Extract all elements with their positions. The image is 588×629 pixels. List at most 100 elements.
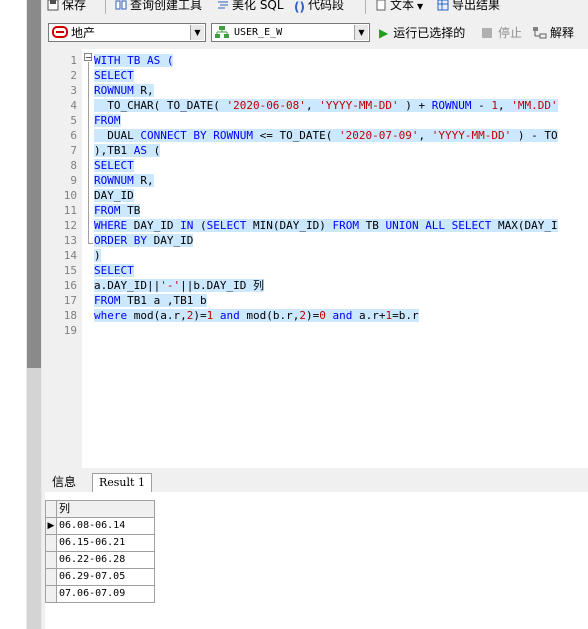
fold-guide-end <box>88 243 93 244</box>
save-button[interactable]: 保存 <box>47 0 86 13</box>
query-builder-button[interactable]: 查询创建工具 <box>115 0 202 13</box>
line-number: 12 <box>63 219 77 232</box>
line-number: 16 <box>63 279 77 292</box>
code-line: ORDER BY DAY_ID <box>94 233 194 248</box>
code-token: 2 <box>299 309 306 322</box>
schema-icon <box>215 26 229 38</box>
code-token: and <box>332 309 353 322</box>
code-token: ROWNUM <box>94 84 134 97</box>
code-token: '-' <box>160 279 181 292</box>
line-number: 9 <box>70 174 77 187</box>
grid-cell[interactable]: 07.06-07.09 <box>56 585 155 603</box>
code-snippet-icon: () <box>294 0 305 14</box>
code-area[interactable]: WITH TB AS (SELECT ROWNUM R, TO_CHAR( TO_… <box>94 49 588 468</box>
line-number: 7 <box>70 144 77 157</box>
code-line: ),TB1 AS ( <box>94 143 161 158</box>
left-panel <box>0 0 26 629</box>
run-selected-label: 运行已选择的 <box>393 26 466 40</box>
chevron-down-icon[interactable]: ▼ <box>190 25 204 40</box>
code-token: MIN(DAY_ID) <box>246 219 333 232</box>
chevron-down-icon[interactable]: ▼ <box>354 25 368 40</box>
schema-select[interactable]: USER_E_W ▼ <box>211 23 370 42</box>
export-results-button[interactable]: 导出结果 <box>437 0 500 13</box>
play-icon: ▶ <box>379 26 389 40</box>
code-line: WHERE DAY_ID IN (SELECT MIN(DAY_ID) FROM… <box>94 218 558 233</box>
code-token: , <box>498 99 512 112</box>
connection-select[interactable]: 地产 ▼ <box>48 23 206 42</box>
code-token: ( <box>147 144 161 157</box>
row-header[interactable] <box>45 568 57 586</box>
run-selected-button[interactable]: ▶ 运行已选择的 <box>379 25 465 41</box>
save-icon <box>47 0 59 11</box>
current-row-indicator-icon[interactable]: ▶ <box>45 517 57 535</box>
scrollbar-track[interactable] <box>27 368 41 629</box>
beautify-icon <box>218 1 228 9</box>
code-token: ORDER BY <box>94 234 147 247</box>
fold-toggle-icon[interactable]: − <box>84 53 92 62</box>
column-header[interactable]: 列 <box>56 500 155 518</box>
code-token: ),TB1 <box>94 144 134 157</box>
code-token: a.DAY_ID|| <box>94 279 161 292</box>
explain-label: 解释 <box>550 26 575 40</box>
line-number: 17 <box>63 294 77 307</box>
code-line: FROM <box>94 113 121 128</box>
code-line: SELECT <box>94 263 134 278</box>
grid-cell[interactable]: 06.08-06.14 <box>56 517 155 535</box>
main-toolbar: 保存 查询创建工具 美化 SQL () 代码段 文本 ▼ 导出结果 <box>42 0 588 16</box>
tab-result-1[interactable]: Result 1 <box>92 473 152 492</box>
line-number: 15 <box>63 264 77 277</box>
text-button[interactable]: 文本 ▼ <box>375 0 423 13</box>
code-token: UNION ALL SELECT <box>385 219 492 232</box>
query-builder-label: 查询创建工具 <box>130 0 203 12</box>
code-token: DUAL <box>94 129 141 142</box>
code-token: ROWNUM <box>431 99 472 112</box>
code-token: '2020-07-09' <box>339 129 419 142</box>
table-row[interactable]: 06.15-06.21 <box>45 534 155 552</box>
code-line: FROM TB1 a ,TB1 b <box>94 293 207 308</box>
code-token: where <box>94 309 128 322</box>
toolbar-divider <box>365 0 366 14</box>
code-token: FROM <box>94 114 121 127</box>
row-header[interactable] <box>45 534 57 552</box>
row-header[interactable] <box>45 551 57 569</box>
code-token: '2020-06-08' <box>226 99 306 112</box>
grid-cell[interactable]: 06.15-06.21 <box>56 534 155 552</box>
table-row[interactable]: ▶ 06.08-06.14 <box>45 517 155 535</box>
result-grid[interactable]: 列 ▶ 06.08-06.14 06.15-06.21 06.22-06.28 06.2… <box>45 500 155 603</box>
line-number: 1 <box>70 54 77 67</box>
code-line: a.DAY_ID||'-'||b.DAY_ID 列 <box>94 278 264 293</box>
stop-button[interactable]: 停止 <box>482 25 522 41</box>
grid-cell[interactable]: 06.29-07.05 <box>56 568 155 586</box>
table-row[interactable]: 07.06-07.09 <box>45 585 155 603</box>
line-number: 11 <box>63 204 77 217</box>
code-token: 'MM.DD' <box>511 99 558 112</box>
code-token: 'YYYY-MM-DD' <box>319 99 399 112</box>
tab-info[interactable]: 信息 <box>46 473 82 491</box>
explain-button[interactable]: 解释 <box>533 25 574 41</box>
toolbar-divider <box>105 0 106 14</box>
code-token: ROWNUM <box>94 174 134 187</box>
code-token: TB <box>358 219 386 232</box>
line-number: 13 <box>63 234 77 247</box>
code-token: )= <box>305 309 320 322</box>
code-line: ROWNUM R, <box>94 83 154 98</box>
code-line: DAY_ID <box>94 188 134 203</box>
code-token: a.r+ <box>352 309 386 322</box>
connection-bar: 地产 ▼ USER_E_W ▼ ▶ 运行已选择的 停止 解释 <box>42 20 588 46</box>
sql-editor[interactable]: 1 2 3 4 5 6 7 8 9 10 11 12 13 14 15 16 17 18 19 − WITH TB … <box>45 49 588 468</box>
code-token: AS <box>133 144 147 157</box>
chevron-down-icon: ▼ <box>417 2 424 11</box>
code-snippet-button[interactable]: () 代码段 <box>294 0 344 14</box>
row-header[interactable] <box>45 585 57 603</box>
table-row[interactable]: 06.22-06.28 <box>45 551 155 569</box>
text-label: 文本 <box>390 0 415 12</box>
code-line: FROM TB <box>94 203 141 218</box>
table-row[interactable]: 06.29-07.05 <box>45 568 155 586</box>
scrollbar-thumb[interactable] <box>27 0 41 368</box>
line-number: 8 <box>70 159 77 172</box>
grid-cell[interactable]: 06.22-06.28 <box>56 551 155 569</box>
vertical-scrollbar[interactable] <box>26 0 42 629</box>
code-token: ) - TO <box>511 129 558 142</box>
beautify-sql-button[interactable]: 美化 SQL <box>217 0 284 13</box>
line-number-gutter: 1 2 3 4 5 6 7 8 9 10 11 12 13 14 15 16 17 18 19 <box>45 49 82 468</box>
